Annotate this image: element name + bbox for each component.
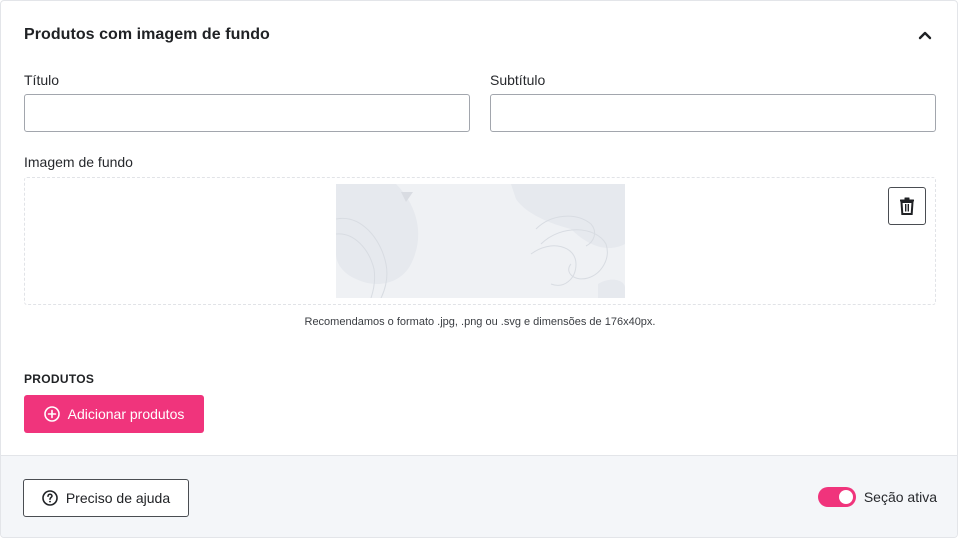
section-footer: Preciso de ajuda Seção ativa (1, 455, 957, 537)
background-image-label: Imagem de fundo (24, 154, 133, 170)
section-title: Produtos com imagem de fundo (24, 26, 270, 43)
plus-circle-icon (43, 406, 60, 422)
active-toggle-group: Seção ativa (817, 486, 937, 508)
delete-image-button[interactable] (888, 187, 926, 225)
section-card: Produtos com imagem de fundo Título Subt… (0, 0, 958, 538)
chevron-up-icon (918, 31, 932, 40)
image-format-hint: Recomendamos o formato .jpg, .png ou .sv… (304, 316, 656, 328)
help-button[interactable]: Preciso de ajuda (23, 479, 189, 517)
add-products-button[interactable]: Adicionar produtos (24, 395, 204, 433)
section-active-toggle[interactable] (817, 487, 856, 507)
section-header: Produtos com imagem de fundo (24, 23, 935, 47)
question-circle-icon (42, 490, 58, 506)
placeholder-image (336, 184, 625, 298)
help-button-label: Preciso de ajuda (65, 490, 171, 506)
add-products-label: Adicionar produtos (67, 406, 185, 422)
title-label: Título (24, 72, 60, 88)
toggle-knob (838, 490, 853, 504)
image-dropzone[interactable] (24, 177, 936, 305)
section-active-label: Seção ativa (863, 489, 937, 505)
title-input[interactable] (24, 94, 470, 132)
products-label: PRODUTOS (24, 372, 95, 386)
trash-icon (900, 197, 914, 215)
subtitle-label: Subtítulo (490, 72, 546, 88)
image-preview (336, 184, 625, 298)
subtitle-input[interactable] (490, 94, 936, 132)
collapse-button[interactable] (915, 25, 935, 45)
subtitle-field-group: Subtítulo (490, 72, 936, 132)
title-field-group: Título (24, 72, 470, 132)
